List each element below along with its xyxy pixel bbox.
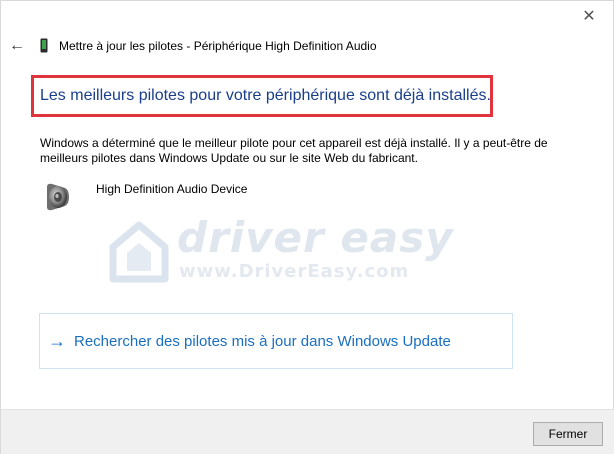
windows-update-search-link[interactable]: → Rechercher des pilotes mis à jour dans… (39, 313, 513, 369)
close-window-icon[interactable]: ✕ (579, 7, 599, 27)
windows-update-search-label: Rechercher des pilotes mis à jour dans W… (74, 332, 451, 350)
result-heading: Les meilleurs pilotes pour votre périphé… (40, 87, 491, 104)
window-title: Mettre à jour les pilotes - Périphérique… (59, 39, 377, 53)
back-arrow-icon[interactable]: ← (9, 37, 25, 55)
watermark-url: www.DriverEasy.com (179, 261, 410, 282)
watermark-brand: driver easy (177, 213, 454, 262)
result-description: Windows a déterminé que le meilleur pilo… (40, 136, 548, 165)
device-name: High Definition Audio Device (96, 182, 248, 196)
speaker-icon (47, 183, 69, 211)
dialog-footer: Fermer (1, 409, 614, 454)
arrow-right-icon: → (48, 331, 66, 351)
update-drivers-window: ✕ ← Mettre à jour les pilotes - Périphér… (0, 0, 614, 454)
device-manager-icon (40, 38, 48, 53)
close-button[interactable]: Fermer (533, 422, 603, 446)
